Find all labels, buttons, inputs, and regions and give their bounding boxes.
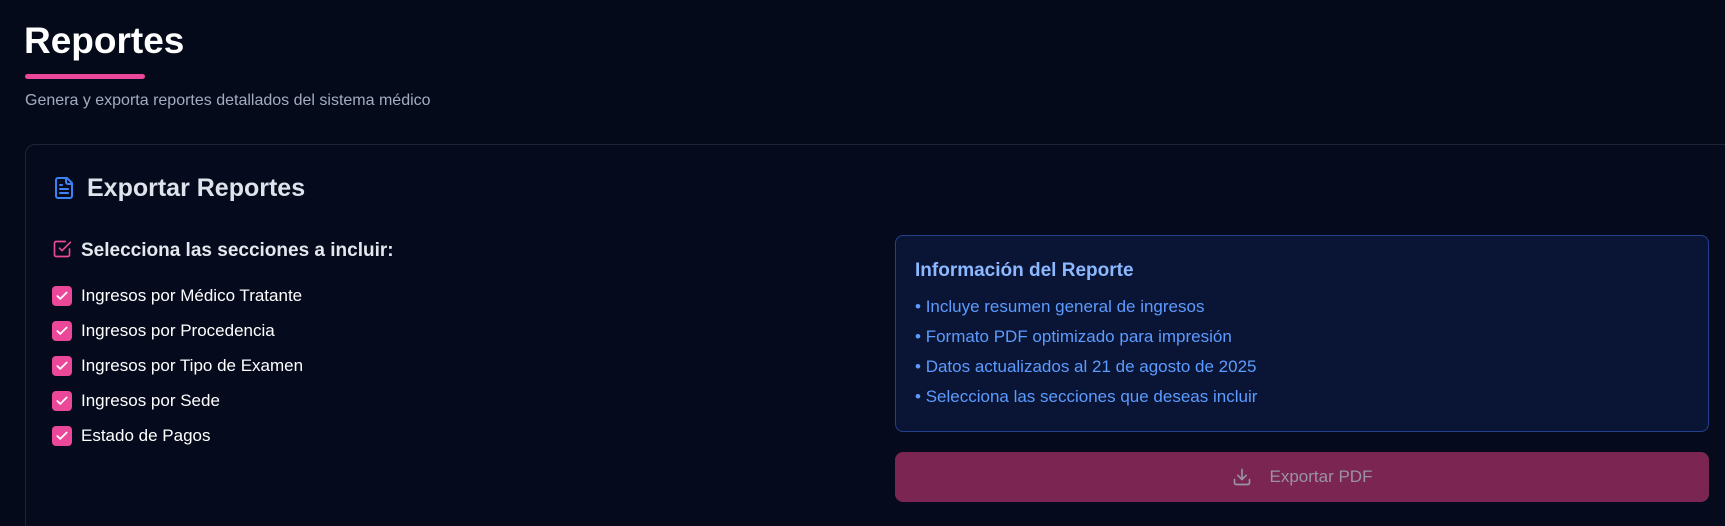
check-icon <box>56 396 68 405</box>
sections-selector: Selecciona las secciones a incluir: Ingr… <box>52 238 394 453</box>
sections-header: Selecciona las secciones a incluir: <box>52 238 394 264</box>
export-pdf-label: Exportar PDF <box>1269 467 1373 486</box>
info-list: Incluye resumen general de ingresos Form… <box>915 292 1689 412</box>
download-icon <box>1232 467 1252 487</box>
title-underline <box>25 74 145 79</box>
export-reports-card: Exportar Reportes Selecciona las seccion… <box>25 144 1725 526</box>
section-option-label: Ingresos por Médico Tratante <box>81 285 303 305</box>
section-checklist: Ingresos por Médico Tratante Ingresos po… <box>52 278 394 453</box>
check-icon <box>56 431 68 440</box>
info-item: Formato PDF optimizado para impresión <box>915 322 1689 352</box>
check-icon <box>56 291 68 300</box>
info-item: Incluye resumen general de ingresos <box>915 292 1689 322</box>
section-option-label: Estado de Pagos <box>81 425 211 445</box>
check-icon <box>56 326 68 335</box>
info-item: Selecciona las secciones que deseas incl… <box>915 382 1689 412</box>
page-subtitle: Genera y exporta reportes detallados del… <box>25 92 431 109</box>
square-check-icon <box>52 239 72 264</box>
checkbox[interactable] <box>52 390 72 411</box>
export-pdf-button[interactable]: Exportar PDF <box>895 452 1709 502</box>
section-option[interactable]: Ingresos por Procedencia <box>52 313 394 348</box>
checkbox[interactable] <box>52 285 72 306</box>
section-option-label: Ingresos por Procedencia <box>81 320 275 340</box>
card-title: Exportar Reportes <box>87 174 306 202</box>
file-text-icon <box>52 176 76 200</box>
page-title: Reportes <box>24 20 185 61</box>
section-option[interactable]: Ingresos por Sede <box>52 383 394 418</box>
sections-title: Selecciona las secciones a incluir: <box>81 240 394 261</box>
checkbox[interactable] <box>52 320 72 341</box>
check-icon <box>56 361 68 370</box>
info-title: Información del Reporte <box>915 260 1134 281</box>
section-option-label: Ingresos por Tipo de Examen <box>81 355 304 375</box>
report-info-box: Información del Reporte Incluye resumen … <box>895 235 1709 432</box>
section-option[interactable]: Ingresos por Médico Tratante <box>52 278 394 313</box>
section-option[interactable]: Estado de Pagos <box>52 418 394 453</box>
section-option[interactable]: Ingresos por Tipo de Examen <box>52 348 394 383</box>
reports-page: Reportes Genera y exporta reportes detal… <box>0 0 1725 526</box>
checkbox[interactable] <box>52 355 72 376</box>
card-header: Exportar Reportes <box>52 173 305 203</box>
info-item: Datos actualizados al 21 de agosto de 20… <box>915 352 1689 382</box>
section-option-label: Ingresos por Sede <box>81 390 220 410</box>
checkbox[interactable] <box>52 425 72 446</box>
